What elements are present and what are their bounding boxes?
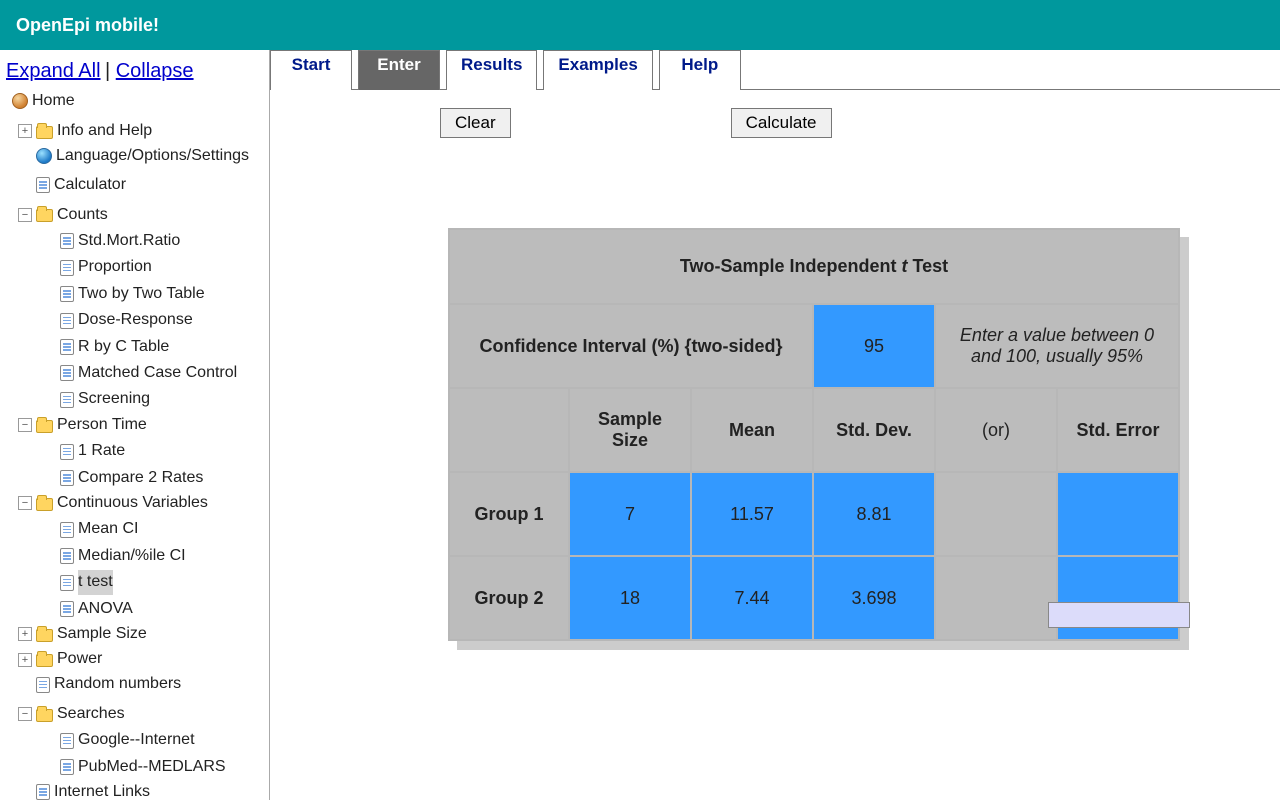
tab-results[interactable]: Results xyxy=(446,50,537,90)
tab-examples[interactable]: Examples xyxy=(543,50,652,90)
tree-links[interactable]: Internet Links xyxy=(36,780,150,800)
page-icon xyxy=(36,677,50,693)
collapse-icon[interactable]: − xyxy=(18,418,32,432)
ci-input[interactable]: 95 xyxy=(814,305,934,387)
col-or: (or) xyxy=(936,389,1056,471)
page-icon xyxy=(60,313,74,329)
row-group1: Group 1 xyxy=(450,473,568,555)
col-sample-size: Sample Size xyxy=(570,389,690,471)
nav-tree: Home +Info and Help Language/Options/Set… xyxy=(6,89,265,800)
page-icon xyxy=(36,177,50,193)
app-header: OpenEpi mobile! xyxy=(0,0,1280,50)
tree-info[interactable]: +Info and Help xyxy=(18,119,152,144)
tree-medianci[interactable]: .Median/%ile CI xyxy=(42,544,186,569)
collapse-all-link[interactable]: Collapse xyxy=(116,60,194,82)
table-title: Two-Sample Independent t Test xyxy=(450,230,1178,303)
tree-random[interactable]: Random numbers xyxy=(36,672,181,697)
page-icon xyxy=(60,470,74,486)
tree-twobytwo[interactable]: .Two by Two Table xyxy=(42,282,205,307)
tree-calculator[interactable]: Calculator xyxy=(36,173,126,198)
page-icon xyxy=(60,759,74,775)
g1-se-input[interactable] xyxy=(1058,473,1178,555)
tab-start[interactable]: Start xyxy=(270,50,352,90)
ci-label: Confidence Interval (%) {two-sided} xyxy=(450,305,812,387)
tab-enter[interactable]: Enter xyxy=(358,50,440,90)
page-icon xyxy=(60,260,74,276)
page-icon xyxy=(60,365,74,381)
page-icon xyxy=(60,339,74,355)
tree-language[interactable]: Language/Options/Settings xyxy=(36,144,249,169)
tree-meanci[interactable]: .Mean CI xyxy=(42,517,138,542)
main-pane: Start Enter Results Examples Help Clear … xyxy=(270,50,1280,800)
tree-screening[interactable]: .Screening xyxy=(42,387,150,412)
page-icon xyxy=(60,233,74,249)
page-icon xyxy=(60,286,74,302)
page-icon xyxy=(60,601,74,617)
g2-mean-input[interactable]: 7.44 xyxy=(692,557,812,639)
active-edit-field[interactable] xyxy=(1048,602,1190,628)
expand-all-link[interactable]: Expand All xyxy=(6,60,101,82)
page-icon xyxy=(60,522,74,538)
tree-rbyc[interactable]: .R by C Table xyxy=(42,335,169,360)
tree-continuous[interactable]: −Continuous Variables xyxy=(18,491,208,516)
folder-icon xyxy=(36,498,53,511)
button-row: Clear Calculate xyxy=(270,90,1280,138)
globe-icon xyxy=(36,148,52,164)
tree-home[interactable]: Home xyxy=(12,89,75,114)
calculate-button[interactable]: Calculate xyxy=(731,108,832,138)
page-icon xyxy=(60,575,74,591)
tab-bar: Start Enter Results Examples Help xyxy=(270,50,1280,90)
tree-dose[interactable]: .Dose-Response xyxy=(42,308,193,333)
tree-controls: Expand All | Collapse xyxy=(6,56,265,87)
tree-anova[interactable]: .ANOVA xyxy=(42,597,133,622)
collapse-icon[interactable]: − xyxy=(18,208,32,222)
app-title: OpenEpi mobile! xyxy=(16,15,159,36)
tree-smr[interactable]: .Std.Mort.Ratio xyxy=(42,229,180,254)
tree-google[interactable]: .Google--Internet xyxy=(42,728,195,753)
folder-icon xyxy=(36,126,53,139)
sidebar: Expand All | Collapse Home +Info and Hel… xyxy=(0,50,270,800)
expand-icon[interactable]: + xyxy=(18,653,32,667)
col-sd: Std. Dev. xyxy=(814,389,934,471)
home-icon xyxy=(12,93,28,109)
folder-icon xyxy=(36,629,53,642)
input-table: Two-Sample Independent t Test Confidence… xyxy=(448,228,1280,641)
tree-ttest[interactable]: .t test xyxy=(42,570,113,595)
tree-proportion[interactable]: .Proportion xyxy=(42,255,152,280)
page-icon xyxy=(60,444,74,460)
clear-button[interactable]: Clear xyxy=(440,108,511,138)
tree-samplesize[interactable]: +Sample Size xyxy=(18,622,147,647)
ci-hint: Enter a value between 0 and 100, usually… xyxy=(936,305,1178,387)
tree-pubmed[interactable]: .PubMed--MEDLARS xyxy=(42,755,226,780)
expand-icon[interactable]: + xyxy=(18,124,32,138)
collapse-icon[interactable]: − xyxy=(18,496,32,510)
page-icon xyxy=(60,392,74,408)
col-se: Std. Error xyxy=(1058,389,1178,471)
folder-icon xyxy=(36,209,53,222)
g2-n-input[interactable]: 18 xyxy=(570,557,690,639)
page-icon xyxy=(36,784,50,800)
page-icon xyxy=(60,733,74,749)
g1-n-input[interactable]: 7 xyxy=(570,473,690,555)
col-mean: Mean xyxy=(692,389,812,471)
tree-power[interactable]: +Power xyxy=(18,647,102,672)
folder-icon xyxy=(36,420,53,433)
g1-mean-input[interactable]: 11.57 xyxy=(692,473,812,555)
tab-help[interactable]: Help xyxy=(659,50,741,90)
expand-icon[interactable]: + xyxy=(18,627,32,641)
tree-searches[interactable]: −Searches xyxy=(18,702,125,727)
tree-2rates[interactable]: .Compare 2 Rates xyxy=(42,466,203,491)
collapse-icon[interactable]: − xyxy=(18,707,32,721)
tree-matched[interactable]: .Matched Case Control xyxy=(42,361,237,386)
tree-persontime[interactable]: −Person Time xyxy=(18,413,147,438)
tree-1rate[interactable]: .1 Rate xyxy=(42,439,125,464)
g1-sd-input[interactable]: 8.81 xyxy=(814,473,934,555)
g2-sd-input[interactable]: 3.698 xyxy=(814,557,934,639)
page-icon xyxy=(60,548,74,564)
tree-counts[interactable]: −Counts xyxy=(18,203,108,228)
row-group2: Group 2 xyxy=(450,557,568,639)
folder-icon xyxy=(36,709,53,722)
folder-icon xyxy=(36,654,53,667)
